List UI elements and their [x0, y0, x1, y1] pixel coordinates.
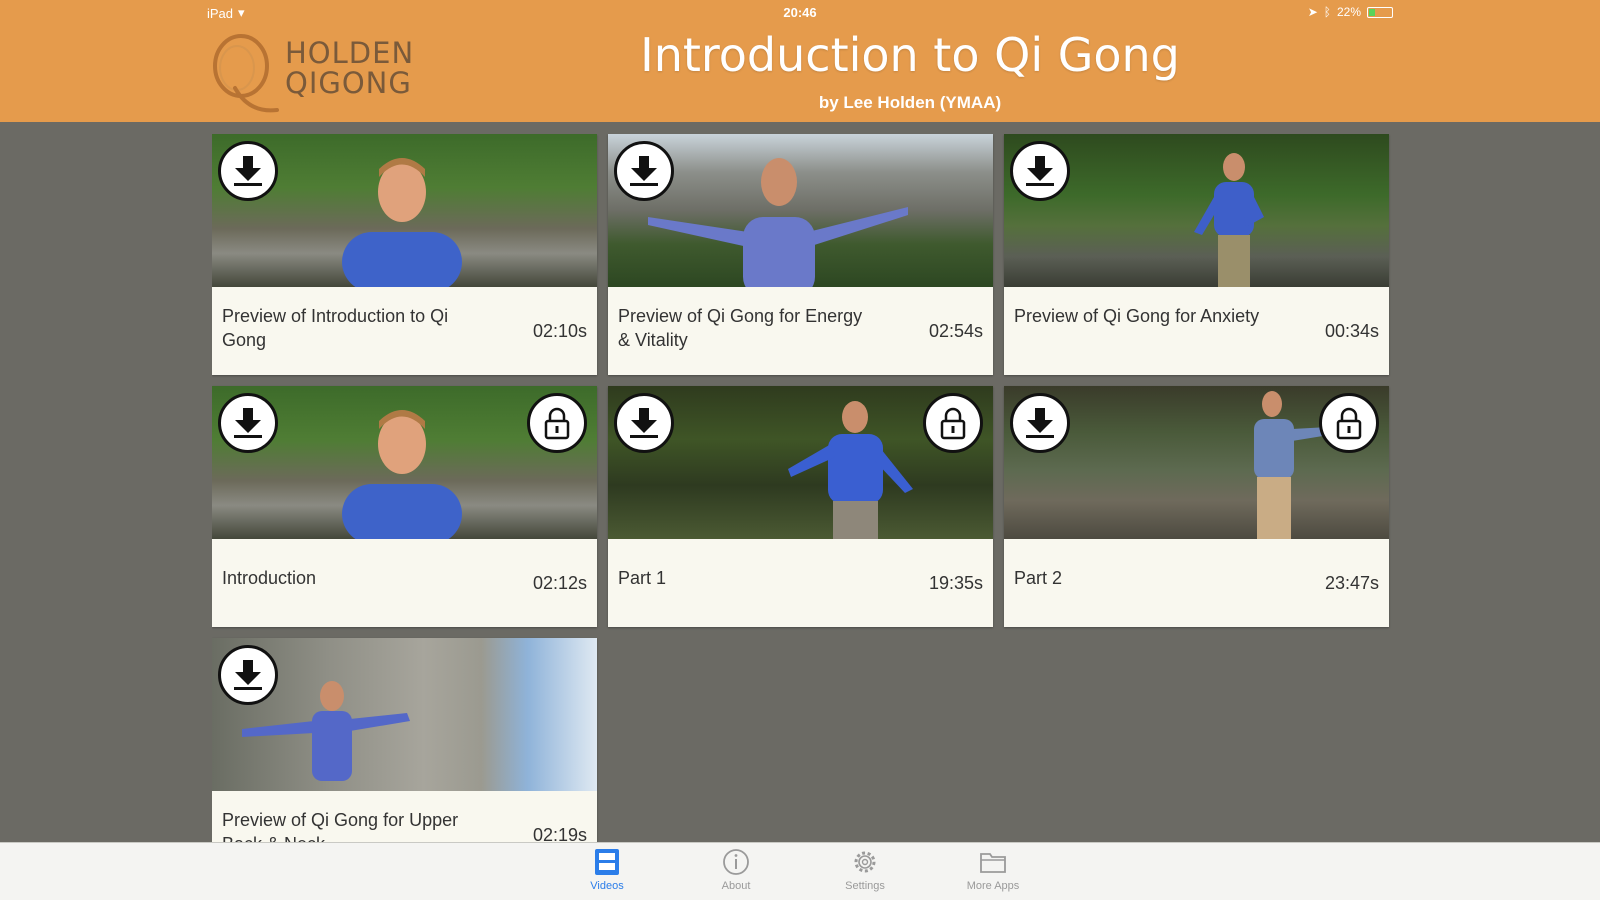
video-duration: 19:35s: [928, 573, 983, 593]
tab-label: About: [721, 880, 751, 892]
download-icon: [1026, 408, 1054, 438]
logo-q-mark-icon: [213, 34, 279, 113]
lock-button[interactable]: [1319, 393, 1379, 453]
video-list-icon: [595, 849, 619, 875]
lock-button[interactable]: [923, 393, 983, 453]
lock-icon: [940, 407, 966, 440]
download-button[interactable]: [614, 393, 674, 453]
bluetooth-icon: ᛒ: [1323, 5, 1331, 19]
instructor-figure: [1254, 391, 1329, 539]
video-duration: 02:12s: [532, 573, 587, 593]
video-duration: 02:19s: [532, 825, 587, 842]
app-header: iPad ▾ 20:46 ➤ ᛒ 22% HOLDEN QIGONG Intro…: [0, 0, 1600, 122]
video-card[interactable]: Part 1 19:35s: [608, 386, 993, 627]
status-bar-right: ➤ ᛒ 22%: [1308, 5, 1393, 19]
tab-videos[interactable]: Videos: [562, 847, 652, 892]
logo-text: HOLDEN QIGONG: [285, 38, 414, 98]
download-icon: [234, 156, 262, 186]
video-title: Preview of Qi Gong for Anxiety: [1014, 306, 1260, 326]
download-icon: [630, 408, 658, 438]
instructor-figure: [1194, 153, 1264, 287]
logo-line-2: QIGONG: [285, 66, 412, 100]
page-subtitle: by Lee Holden (YMAA): [818, 93, 1002, 112]
download-button[interactable]: [1010, 141, 1070, 201]
video-card[interactable]: Preview of Qi Gong for Anxiety 00:34s: [1004, 134, 1389, 375]
download-button[interactable]: [218, 393, 278, 453]
download-icon: [630, 156, 658, 186]
video-title: Preview of Introduction to Qi Gong: [222, 306, 449, 350]
download-button[interactable]: [218, 141, 278, 201]
tab-label: Settings: [845, 880, 885, 892]
video-duration: 00:34s: [1324, 321, 1379, 341]
download-button[interactable]: [218, 645, 278, 705]
lock-icon: [1336, 407, 1362, 440]
tab-label: Videos: [590, 880, 624, 892]
video-grid: Preview of Introduction to Qi Gong 02:10…: [212, 134, 1392, 842]
download-button[interactable]: [1010, 393, 1070, 453]
video-duration: 02:10s: [532, 321, 587, 341]
lock-icon: [544, 407, 570, 440]
video-title: Introduction: [222, 568, 317, 588]
download-icon: [1026, 156, 1054, 186]
page-title: Introduction to Qi Gong: [640, 28, 1180, 82]
tab-more-apps[interactable]: More Apps: [948, 847, 1038, 892]
instructor-figure: [342, 410, 462, 539]
gear-icon: [854, 851, 876, 873]
instructor-figure: [648, 158, 908, 287]
video-title: Part 2: [1014, 568, 1063, 588]
video-card[interactable]: Preview of Qi Gong for Upper Back & Neck…: [212, 638, 597, 842]
tab-about[interactable]: About: [691, 847, 781, 892]
tab-label: More Apps: [966, 880, 1020, 892]
video-card[interactable]: Preview of Introduction to Qi Gong 02:10…: [212, 134, 597, 375]
video-card[interactable]: Part 2 23:47s: [1004, 386, 1389, 627]
instructor-figure: [342, 158, 462, 287]
video-title: Preview of Qi Gong for Upper Back & Neck: [222, 810, 459, 842]
video-card[interactable]: Introduction 02:12s: [212, 386, 597, 627]
video-duration: 23:47s: [1324, 573, 1379, 593]
download-button[interactable]: [614, 141, 674, 201]
folder-icon: [980, 853, 1006, 873]
location-icon: ➤: [1307, 5, 1318, 19]
tab-bar: Videos About Settings More Apps: [0, 842, 1600, 900]
download-icon: [234, 408, 262, 438]
video-title: Preview of Qi Gong for Energy & Vitality: [618, 306, 863, 350]
holden-qigong-logo: HOLDEN QIGONG: [205, 28, 435, 120]
video-duration: 02:54s: [928, 321, 983, 341]
battery-percent: 22%: [1336, 5, 1361, 19]
info-icon: [723, 849, 749, 875]
video-title: Part 1: [618, 568, 667, 588]
instructor-figure: [788, 401, 913, 539]
battery-icon: [1367, 6, 1393, 18]
logo-line-1: HOLDEN: [285, 36, 415, 70]
lock-button[interactable]: [527, 393, 587, 453]
download-icon: [234, 660, 262, 690]
video-card[interactable]: Preview of Qi Gong for Energy & Vitality…: [608, 134, 993, 375]
tab-settings[interactable]: Settings: [820, 847, 910, 892]
